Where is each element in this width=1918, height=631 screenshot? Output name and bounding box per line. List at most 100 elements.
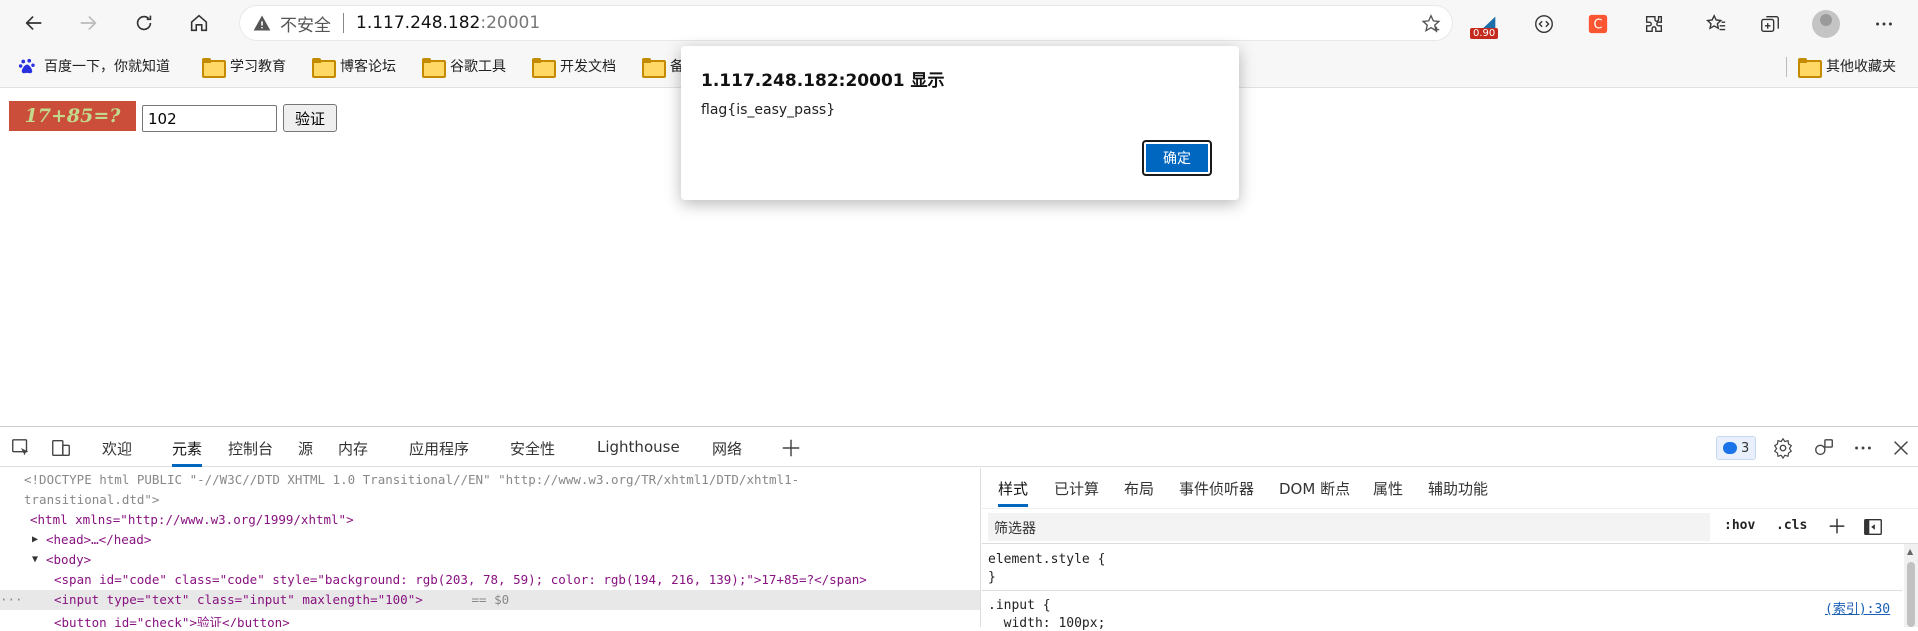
tab-application[interactable]: 应用程序: [409, 438, 469, 459]
tab-welcome[interactable]: 欢迎: [102, 438, 132, 459]
tab-elements[interactable]: 元素: [172, 438, 202, 459]
svg-text:C: C: [1594, 18, 1603, 33]
issues-counter[interactable]: 3: [1716, 436, 1757, 460]
tab-dom-breakpoints[interactable]: DOM 断点: [1279, 478, 1350, 499]
extension-code-button[interactable]: [1530, 10, 1558, 38]
dialog-ok-button[interactable]: 确定: [1142, 140, 1212, 176]
forward-arrow-icon: [80, 15, 97, 31]
tab-lighthouse[interactable]: Lighthouse: [597, 438, 680, 456]
dom-ellipsis: ···: [0, 592, 23, 607]
security-label: 不安全: [280, 15, 331, 36]
bookmark-folder-dev-docs[interactable]: 开发文档: [532, 56, 616, 78]
bookmark-baidu[interactable]: 百度一下，你就知道: [18, 56, 170, 76]
collections-button[interactable]: [1756, 10, 1784, 38]
forward-button[interactable]: [68, 3, 108, 43]
dom-doctype[interactable]: <!DOCTYPE html PUBLIC "-//W3C//DTD XHTML…: [24, 472, 799, 487]
element-style-open[interactable]: element.style {: [988, 552, 1105, 567]
browser-toolbar: 不安全 1.117.248.182:20001 0.90 C: [0, 0, 1918, 46]
refresh-icon: [136, 15, 152, 31]
baidu-icon: [18, 58, 35, 74]
verify-button[interactable]: 验证: [283, 104, 337, 132]
warning-icon: [253, 15, 271, 31]
tab-layout[interactable]: 布局: [1124, 478, 1154, 499]
folder-icon: [312, 58, 336, 78]
tab-accessibility[interactable]: 辅助功能: [1428, 478, 1488, 499]
devtools-tabbar: 欢迎 元素 控制台 源 内存 应用程序 安全性 Lighthouse 网络 3: [0, 427, 1918, 467]
add-tab-icon[interactable]: [780, 437, 802, 459]
bookmark-folder-partial[interactable]: 备: [642, 56, 684, 78]
bookmark-folder-google-tools[interactable]: 谷歌工具: [422, 56, 506, 78]
scroll-thumb[interactable]: [1907, 562, 1915, 627]
dom-selected-row[interactable]: ··· <input type="text" class="input" max…: [0, 590, 980, 610]
toggle-sidebar-icon[interactable]: [1862, 516, 1884, 538]
bookmark-label: 百度一下，你就知道: [44, 59, 170, 75]
styles-pane: 样式 已计算 布局 事件侦听器 DOM 断点 属性 辅助功能 筛选器 :hov …: [982, 468, 1918, 631]
dom-doctype-cont[interactable]: transitional.dtd">: [24, 492, 159, 507]
dom-body[interactable]: <body>: [46, 552, 91, 567]
tab-computed[interactable]: 已计算: [1054, 478, 1099, 499]
tab-properties[interactable]: 属性: [1373, 478, 1403, 499]
dom-button-check[interactable]: <button id="check">验证</button>: [54, 612, 290, 627]
collapse-arrow-icon[interactable]: ▼: [32, 554, 38, 565]
folder-icon: [422, 58, 446, 78]
tab-network[interactable]: 网络: [712, 438, 742, 459]
device-emulation-icon[interactable]: [50, 437, 72, 459]
dom-input: <input type="text" class="input" maxleng…: [54, 592, 423, 607]
expand-arrow-icon[interactable]: ▶: [32, 534, 38, 545]
dialog-message: flag{is_easy_pass}: [701, 102, 836, 118]
bookmark-label: 博客论坛: [340, 59, 396, 75]
bookmark-folder-study[interactable]: 学习教育: [202, 56, 286, 78]
gear-icon[interactable]: [1772, 437, 1794, 460]
back-arrow-icon: [25, 15, 42, 31]
tab-sources[interactable]: 源: [298, 438, 313, 459]
refresh-button[interactable]: [124, 3, 164, 43]
dom-html[interactable]: <html xmlns="http://www.w3.org/1999/xhtm…: [30, 512, 354, 527]
dom-head[interactable]: <head>…</head>: [46, 532, 151, 547]
styles-filter-input[interactable]: 筛选器: [988, 513, 1710, 541]
issues-count: 3: [1741, 440, 1750, 456]
captcha-code: 17+85=?: [9, 101, 136, 131]
input-rule-source-link[interactable]: (索引):30: [1825, 598, 1890, 617]
tab-console[interactable]: 控制台: [228, 438, 273, 459]
new-style-rule-icon[interactable]: [1826, 516, 1848, 538]
class-toggle-button[interactable]: .cls: [1776, 518, 1807, 533]
scroll-up-icon[interactable]: ▲: [1907, 547, 1913, 556]
favorites-button[interactable]: [1702, 10, 1730, 38]
input-rule-width[interactable]: width: 100px;: [988, 616, 1106, 631]
csdn-icon: C: [1588, 14, 1608, 34]
folder-icon: [202, 58, 226, 78]
bookmark-folder-blog[interactable]: 博客论坛: [312, 56, 396, 78]
captcha-answer-input[interactable]: [142, 105, 277, 132]
extension-csdn-button[interactable]: C: [1584, 10, 1612, 38]
remote-devices-icon[interactable]: [1813, 437, 1835, 459]
alert-dialog: 1.117.248.182:20001 显示 flag{is_easy_pass…: [681, 46, 1239, 200]
bookmark-other-favorites[interactable]: 其他收藏夹: [1798, 56, 1896, 78]
back-button[interactable]: [14, 3, 54, 43]
extensions-button[interactable]: [1640, 10, 1668, 38]
dom-span-code[interactable]: <span id="code" class="code" style="back…: [54, 572, 867, 587]
styles-scrollbar[interactable]: ▲: [1904, 544, 1918, 627]
profile-avatar[interactable]: [1812, 10, 1840, 38]
bookmark-label: 谷歌工具: [450, 59, 506, 75]
tab-styles[interactable]: 样式: [998, 478, 1028, 499]
close-icon[interactable]: [1890, 437, 1912, 459]
home-button[interactable]: [179, 3, 219, 43]
more-options-icon[interactable]: [1852, 437, 1874, 459]
address-bar[interactable]: 不安全 1.117.248.182:20001: [240, 6, 1452, 40]
hover-state-button[interactable]: :hov: [1724, 518, 1755, 533]
code-circle-icon: [1535, 15, 1553, 33]
tab-memory[interactable]: 内存: [338, 438, 368, 459]
input-rule-selector[interactable]: .input {: [988, 598, 1051, 613]
folder-icon: [642, 58, 666, 78]
active-tab-indicator: [172, 464, 202, 467]
add-favorite-icon[interactable]: [1420, 13, 1442, 35]
inspect-element-icon[interactable]: [10, 437, 32, 459]
settings-more-button[interactable]: [1870, 10, 1898, 38]
extension-badge: 0.90: [1470, 28, 1499, 39]
tab-security[interactable]: 安全性: [510, 438, 555, 459]
puzzle-icon: [1645, 15, 1663, 33]
styles-filter-row: 筛选器 :hov .cls: [982, 508, 1918, 544]
styles-active-indicator: [998, 504, 1028, 507]
dom-tree: <!DOCTYPE html PUBLIC "-//W3C//DTD XHTML…: [0, 468, 981, 627]
tab-event-listeners[interactable]: 事件侦听器: [1179, 478, 1254, 499]
